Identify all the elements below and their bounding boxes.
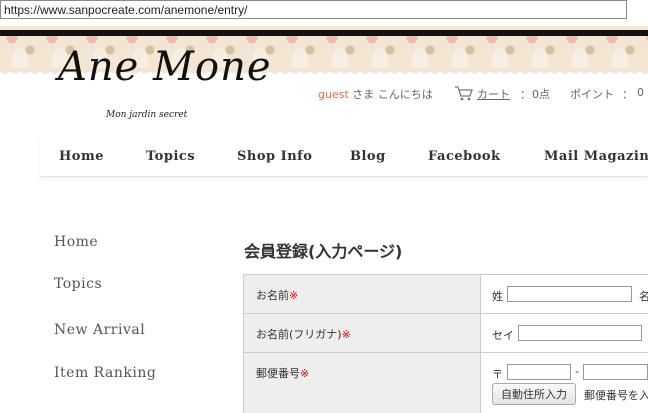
nav-facebook[interactable]: Facebook bbox=[428, 149, 501, 164]
kana-sei-input[interactable] bbox=[518, 325, 642, 341]
kana-label: お名前(フリガナ) bbox=[256, 328, 342, 341]
required-mark: ※ bbox=[300, 367, 310, 380]
required-mark: ※ bbox=[289, 289, 299, 302]
zip-second-input[interactable] bbox=[583, 364, 648, 380]
address-bar[interactable]: https://www.sanpocreate.com/anemone/entr… bbox=[0, 0, 627, 19]
nav-home[interactable]: Home bbox=[59, 149, 104, 164]
cart-icon[interactable] bbox=[454, 85, 474, 101]
zip-first-input[interactable] bbox=[507, 364, 571, 380]
auto-address-hint: 郵便番号を入 bbox=[584, 389, 648, 402]
lace-banner-edge bbox=[0, 30, 648, 36]
nav-shop-info[interactable]: Shop Info bbox=[237, 149, 312, 164]
registration-form: お名前※ 姓 名 お名前(フリガナ)※ セイ 郵便番号※ 〒 - 自動住所入力 … bbox=[243, 274, 648, 413]
kana-sei-label: セイ bbox=[492, 329, 514, 342]
sidebar-item-item-ranking[interactable]: Item Ranking bbox=[54, 365, 156, 381]
sidebar-item-topics[interactable]: Topics bbox=[54, 276, 102, 292]
sidebar-item-home[interactable]: Home bbox=[54, 234, 98, 250]
kana-label-cell: お名前(フリガナ)※ bbox=[243, 314, 481, 352]
form-row-zip: 郵便番号※ 〒 - 自動住所入力 郵便番号を入 bbox=[243, 353, 648, 413]
page-title: 会員登録(入力ページ) bbox=[244, 242, 403, 261]
point-value: 0 bbox=[637, 86, 644, 99]
nav-topics[interactable]: Topics bbox=[146, 149, 195, 164]
zip-dash: - bbox=[575, 365, 579, 378]
cart-link[interactable]: カート bbox=[477, 86, 510, 102]
cart-separator: ： bbox=[520, 88, 531, 101]
guest-name: guest bbox=[318, 88, 349, 101]
name-label: お名前 bbox=[256, 289, 289, 302]
name-label-cell: お名前※ bbox=[243, 275, 481, 313]
name-sei-input[interactable] bbox=[507, 286, 632, 302]
zip-label: 郵便番号 bbox=[256, 367, 300, 380]
sidebar-item-new-arrival[interactable]: New Arrival bbox=[54, 322, 145, 338]
point-separator: ： bbox=[622, 88, 633, 101]
nav-mail-magazine[interactable]: Mail Magazine bbox=[544, 149, 648, 164]
zip-label-cell: 郵便番号※ bbox=[243, 353, 481, 413]
zip-mark: 〒 bbox=[492, 368, 503, 381]
auto-address-button[interactable]: 自動住所入力 bbox=[492, 383, 576, 405]
main-nav: Home Topics Shop Info Blog Facebook Mail… bbox=[40, 136, 648, 177]
form-row-kana: お名前(フリガナ)※ セイ bbox=[243, 314, 648, 353]
nav-blog[interactable]: Blog bbox=[350, 149, 386, 164]
logo-subtitle: Mon jardin secret bbox=[106, 110, 188, 120]
cart-count: 0点 bbox=[532, 88, 550, 101]
user-greeting: guest さま こんにちは bbox=[318, 86, 433, 102]
form-row-name: お名前※ 姓 名 bbox=[243, 275, 648, 314]
greeting-text: さま こんにちは bbox=[348, 88, 433, 101]
name-mei-label: 名 bbox=[639, 290, 648, 303]
required-mark: ※ bbox=[341, 328, 351, 341]
point-label: ポイント bbox=[570, 88, 614, 101]
name-sei-label: 姓 bbox=[492, 290, 503, 303]
logo-title: Ane Mone bbox=[58, 44, 272, 90]
site-logo[interactable]: Ane Mone Mon jardin secret bbox=[58, 42, 271, 132]
